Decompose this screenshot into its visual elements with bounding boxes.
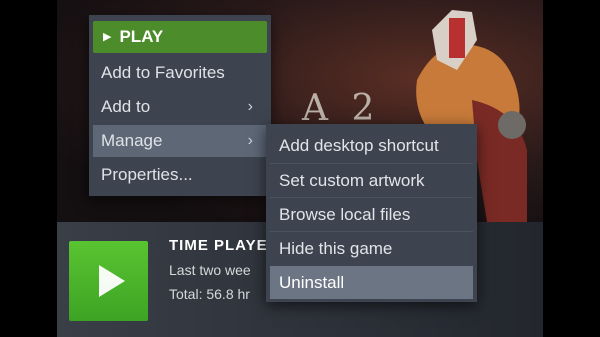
submenu-item-label: Add desktop shortcut	[279, 136, 439, 155]
menu-item-add-to[interactable]: Add to ›	[93, 91, 267, 123]
time-played-heading: TIME PLAYE	[169, 237, 268, 254]
menu-item-properties[interactable]: Properties...	[93, 159, 267, 191]
menu-item-label: Manage	[101, 131, 163, 150]
manage-submenu: Add desktop shortcut Set custom artwork …	[266, 124, 477, 302]
game-context-menu: ▶ PLAY Add to Favorites Add to › Manage ›…	[89, 15, 271, 196]
play-icon: ▶	[103, 31, 112, 43]
submenu-item-add-desktop-shortcut[interactable]: Add desktop shortcut	[270, 129, 473, 162]
menu-item-label: Properties...	[101, 165, 193, 184]
menu-item-manage[interactable]: Manage ›	[93, 125, 267, 157]
submenu-item-label: Set custom artwork	[279, 171, 425, 190]
game-logo: A 2	[302, 88, 381, 129]
play-label: PLAY	[119, 27, 164, 46]
play-icon	[99, 265, 125, 297]
total-playtime-text: Total: 56.8 hr	[169, 286, 250, 302]
submenu-item-browse-local-files[interactable]: Browse local files	[270, 198, 473, 231]
submenu-item-label: Hide this game	[279, 239, 393, 258]
last-two-weeks-text: Last two wee	[169, 262, 251, 278]
menu-item-add-to-favorites[interactable]: Add to Favorites	[93, 57, 267, 89]
submenu-item-uninstall[interactable]: Uninstall	[270, 266, 473, 299]
play-menu-button[interactable]: ▶ PLAY	[93, 21, 267, 53]
chevron-right-icon: ›	[247, 132, 253, 149]
menu-item-label: Add to	[101, 97, 151, 116]
submenu-item-set-custom-artwork[interactable]: Set custom artwork	[270, 164, 473, 197]
submenu-item-label: Uninstall	[279, 273, 345, 292]
submenu-item-hide-this-game[interactable]: Hide this game	[270, 232, 473, 265]
large-play-button[interactable]	[69, 241, 148, 321]
submenu-item-label: Browse local files	[279, 205, 411, 224]
menu-item-label: Add to Favorites	[101, 63, 225, 82]
chevron-right-icon: ›	[247, 98, 253, 115]
